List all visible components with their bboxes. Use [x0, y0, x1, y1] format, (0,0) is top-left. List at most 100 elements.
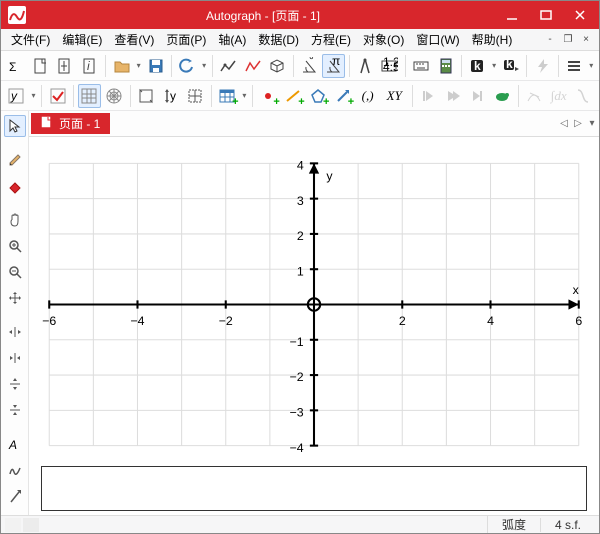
table-dropdown[interactable]: ▾ — [241, 91, 249, 100]
svg-text:y: y — [170, 89, 176, 103]
content-area: 鼠标指针 A 页面 - 1 ◁ ▷ ▾ −6−4−224 — [1, 111, 599, 515]
turtle-button[interactable] — [491, 84, 514, 108]
svg-text:k: k — [506, 57, 513, 71]
constant-k-button[interactable]: k — [466, 54, 489, 78]
undo-dropdown[interactable]: ▾ — [200, 61, 207, 70]
grid-button[interactable] — [78, 84, 101, 108]
line-seg-button[interactable]: + — [282, 84, 305, 108]
chart-3d-button[interactable] — [266, 54, 289, 78]
play-next-button[interactable] — [466, 84, 489, 108]
tangent-button[interactable] — [523, 84, 546, 108]
zoom-in-tool[interactable] — [4, 235, 26, 257]
info-page-button[interactable]: i — [79, 54, 102, 78]
menu-window[interactable]: 窗口(W) — [410, 29, 465, 50]
keyboard-button[interactable] — [410, 54, 433, 78]
point-button[interactable]: + — [257, 84, 280, 108]
graph-canvas[interactable]: −6−4−2246−4−3−2−11234xy — [29, 137, 599, 515]
constant-dropdown[interactable]: ▾ — [490, 61, 497, 70]
menu-data[interactable]: 数据(D) — [252, 29, 305, 50]
new-page-2d-button[interactable] — [54, 54, 77, 78]
toolbar-1: Σ i ▾ ▾ ° π 1.234.56 k ▾ k ▾ — [1, 51, 599, 81]
eraser-tool[interactable] — [4, 175, 26, 197]
minimize-button[interactable] — [495, 1, 529, 29]
svg-text:π: π — [332, 57, 340, 68]
scribble-tool[interactable] — [4, 459, 26, 481]
tab-prev-button[interactable]: ◁ — [557, 111, 571, 136]
function-button[interactable] — [572, 84, 595, 108]
mdi-close-button[interactable]: × — [577, 32, 595, 48]
mdi-restore-button[interactable]: ❐ — [559, 32, 577, 48]
menu-axis[interactable]: 轴(A) — [212, 29, 252, 50]
tab-page-1[interactable]: 页面 - 1 — [31, 113, 110, 134]
shape-button[interactable]: + — [307, 84, 330, 108]
menu-edit[interactable]: 编辑(E) — [56, 29, 108, 50]
menu-lines-dropdown[interactable]: ▾ — [587, 61, 594, 70]
new-page-button[interactable] — [30, 54, 53, 78]
stretch-in-h-tool[interactable] — [4, 347, 26, 369]
mdi-minimize-button[interactable]: - — [541, 32, 559, 48]
plot-area[interactable]: −6−4−2246−4−3−2−11234xy — [41, 149, 587, 460]
svg-text:y: y — [10, 89, 18, 103]
zoom-out-tool[interactable] — [4, 261, 26, 283]
zoom-box-tool[interactable] — [4, 287, 26, 309]
arrow-up-tool[interactable] — [4, 485, 26, 507]
chart-line-button[interactable] — [241, 54, 264, 78]
calculator-button[interactable] — [434, 54, 457, 78]
toolbar-2: y ▾ y + ▾ + + + + (,) XY ∫dx — [1, 81, 599, 111]
play-pause-button[interactable] — [441, 84, 464, 108]
close-button[interactable] — [563, 1, 597, 29]
menu-object[interactable]: 对象(O) — [357, 29, 410, 50]
open-dropdown[interactable]: ▾ — [135, 61, 142, 70]
menu-lines-button[interactable] — [563, 54, 586, 78]
table-button[interactable]: + — [216, 84, 239, 108]
tab-menu-button[interactable]: ▾ — [585, 111, 599, 136]
y-axis-dropdown[interactable]: ▾ — [30, 91, 38, 100]
constant-k-play-button[interactable]: k — [500, 54, 523, 78]
svg-text:−3: −3 — [290, 406, 304, 420]
menu-file[interactable]: 文件(F) — [5, 29, 56, 50]
number-format-button[interactable]: 1.234.56 — [378, 54, 401, 78]
undo-button[interactable] — [176, 54, 199, 78]
angle-rad-button[interactable]: π — [322, 54, 345, 78]
pointer-tool[interactable] — [4, 115, 26, 137]
menu-equation[interactable]: 方程(E) — [305, 29, 357, 50]
open-button[interactable] — [110, 54, 133, 78]
integral-button[interactable]: ∫dx — [547, 84, 570, 108]
hand-tool[interactable] — [4, 209, 26, 231]
autoscale-button[interactable] — [135, 84, 158, 108]
equal-aspect-button[interactable] — [184, 84, 207, 108]
check-button[interactable] — [46, 84, 69, 108]
flash-button[interactable] — [531, 54, 554, 78]
menu-page[interactable]: 页面(P) — [160, 29, 212, 50]
titlebar: Autograph - [页面 - 1] — [1, 1, 599, 29]
sigma-button[interactable]: Σ — [5, 54, 28, 78]
vector-button[interactable]: + — [331, 84, 354, 108]
svg-text:−6: −6 — [42, 314, 56, 328]
svg-text:y: y — [326, 169, 333, 183]
stretch-out-h-tool[interactable] — [4, 321, 26, 343]
maximize-button[interactable] — [529, 1, 563, 29]
results-box[interactable] — [41, 466, 587, 511]
xy-button[interactable]: XY — [381, 84, 408, 108]
y-axis-label-button[interactable]: y — [5, 84, 28, 108]
stretch-out-v-tool[interactable] — [4, 373, 26, 395]
svg-text:x: x — [573, 283, 580, 297]
chart-stats-button[interactable] — [217, 54, 240, 78]
coord-button[interactable]: (,) — [356, 84, 379, 108]
polar-grid-button[interactable] — [103, 84, 126, 108]
window-title: Autograph - [页面 - 1] — [31, 7, 495, 24]
left-toolbar: 鼠标指针 A — [1, 111, 29, 515]
stretch-in-v-tool[interactable] — [4, 399, 26, 421]
text-tool[interactable]: A — [4, 433, 26, 455]
scale-y-button[interactable]: y — [159, 84, 182, 108]
tab-next-button[interactable]: ▷ — [571, 111, 585, 136]
compass-button[interactable] — [354, 54, 377, 78]
menu-view[interactable]: 查看(V) — [108, 29, 160, 50]
pencil-tool[interactable] — [4, 149, 26, 171]
svg-text:6: 6 — [575, 314, 582, 328]
menu-help[interactable]: 帮助(H) — [466, 29, 519, 50]
angle-deg-button[interactable]: ° — [298, 54, 321, 78]
svg-text:4: 4 — [487, 314, 494, 328]
save-button[interactable] — [144, 54, 167, 78]
play-start-button[interactable] — [416, 84, 439, 108]
